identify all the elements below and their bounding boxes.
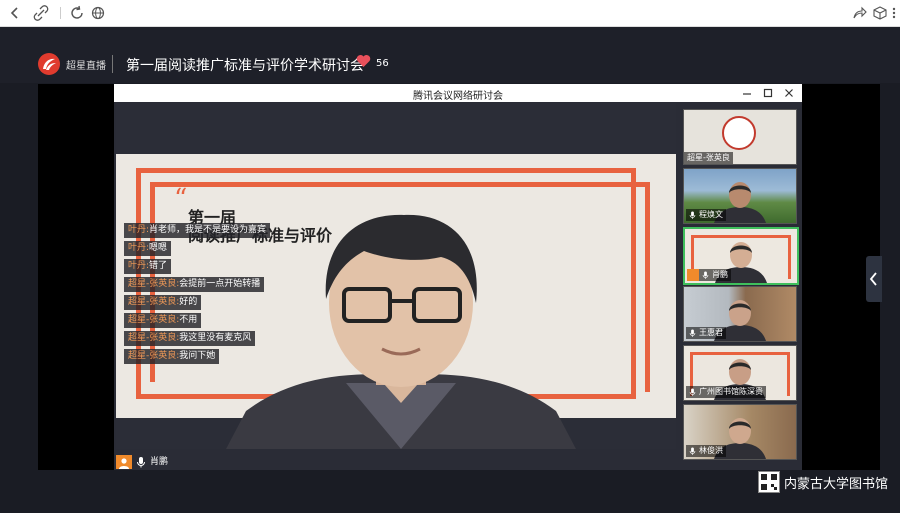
chat-message: 叶丹:错了 (124, 259, 172, 274)
footer-library-name: 内蒙古大学图书馆 (784, 477, 889, 492)
chat-sender: 超星-张英良: (128, 315, 180, 325)
chat-sender: 超星-张英良: (128, 333, 180, 343)
microphone-icon (689, 328, 699, 337)
participant-tile[interactable]: 广州图书馆陈深贵 (683, 345, 797, 401)
chat-message: 超星-张英良:我问下她 (124, 349, 220, 364)
participant-label: 程焕文 (686, 209, 726, 221)
close-icon[interactable] (782, 86, 796, 100)
user-icon (687, 269, 699, 281)
chat-text: 肖老师，我是不是要设为嘉宾 (149, 225, 267, 235)
qr-code-icon (758, 471, 780, 493)
participant-label: 广州图书馆陈深贵 (686, 386, 766, 398)
participant-label: 肖鹏 (699, 269, 731, 281)
cube-icon[interactable] (871, 4, 889, 22)
chat-sender: 超星-张英良: (128, 297, 180, 307)
slide-frame-right (631, 168, 636, 398)
chat-text: 会提前一点开始转播 (179, 279, 261, 289)
shared-screen: “ 第一届 阅读推广标准与评价 叶丹:肖老师，我是不是要设为嘉宾叶丹:嗯嗯叶丹:… (116, 103, 676, 449)
slide-frame-top (136, 168, 636, 173)
brand-name: 超星直播 (66, 61, 106, 72)
active-speaker-name: 肖鹏 (150, 457, 169, 467)
meeting-title: 腾讯会议网络研讨会 (413, 91, 503, 102)
chat-sender: 叶丹: (128, 243, 150, 253)
chat-sender: 超星-张英良: (128, 351, 180, 361)
chat-message: 叶丹:肖老师，我是不是要设为嘉宾 (124, 223, 271, 238)
back-icon[interactable] (6, 4, 24, 22)
avatar-logo-icon (722, 116, 756, 150)
globe-icon[interactable] (89, 4, 107, 22)
microphone-icon (689, 210, 699, 219)
maximize-icon[interactable] (761, 86, 775, 100)
chat-text: 我这里没有麦克风 (179, 333, 252, 343)
participant-name: 广州图书馆陈深贵 (699, 387, 763, 396)
presenter-video (226, 214, 576, 449)
menu-icon[interactable] (889, 4, 899, 22)
microphone-icon (689, 387, 699, 396)
chat-message: 超星-张英良:会提前一点开始转播 (124, 277, 265, 292)
chat-text: 好的 (179, 297, 198, 307)
participant-tile[interactable]: 王惠君 (683, 286, 797, 342)
participant-tile[interactable]: 林俊洪 (683, 404, 797, 460)
participant-name: 程焕文 (699, 210, 723, 219)
reload-icon[interactable] (68, 4, 86, 22)
participant-tile[interactable]: 程焕文 (683, 168, 797, 224)
microphone-icon (702, 270, 712, 279)
meeting-titlebar: 腾讯会议网络研讨会 (114, 84, 802, 102)
heart-icon[interactable] (356, 54, 371, 72)
chat-text: 错了 (149, 261, 168, 271)
chat-sender: 超星-张英良: (128, 279, 180, 289)
minimize-icon[interactable] (740, 86, 754, 100)
share-icon[interactable] (850, 4, 868, 22)
participant-name: 超星-张英良 (687, 153, 730, 162)
participant-label: 林俊洪 (686, 445, 726, 457)
chat-sender: 叶丹: (128, 225, 150, 235)
user-icon (116, 455, 132, 469)
chat-text: 嗯嗯 (149, 243, 168, 253)
participant-tile[interactable]: 超星-张英良 (683, 109, 797, 165)
participant-gallery: 超星-张英良 程焕文肖鹏王惠君广州图书馆陈深贵 林俊洪 (678, 103, 802, 470)
participant-tile[interactable]: 肖鹏 (683, 227, 799, 285)
browser-toolbar (0, 0, 900, 27)
participant-name: 肖鹏 (712, 270, 728, 279)
link-icon[interactable] (32, 4, 50, 22)
slide-quote-mark: “ (174, 184, 188, 214)
participant-name: 王惠君 (699, 328, 723, 337)
chat-message: 超星-张英良:我这里没有麦克风 (124, 331, 256, 346)
toolbar-divider (60, 7, 61, 19)
header-divider (112, 55, 113, 73)
participant-label: 超星-张英良 (684, 152, 733, 164)
like-count: 56 (376, 58, 389, 69)
participant-name: 林俊洪 (699, 446, 723, 455)
slide-frame-inner-top (150, 182, 650, 187)
chevron-left-icon[interactable] (866, 256, 882, 302)
chat-message: 叶丹:嗯嗯 (124, 241, 172, 256)
microphone-icon (136, 455, 146, 474)
chat-text: 不用 (179, 315, 198, 325)
chat-sender: 叶丹: (128, 261, 150, 271)
chaoxing-logo-icon (38, 53, 60, 75)
chat-text: 我问下她 (179, 351, 216, 361)
page-title: 第一届阅读推广标准与评价学术研讨会 (126, 58, 364, 74)
microphone-icon (689, 446, 699, 455)
chat-message: 超星-张英良:好的 (124, 295, 202, 310)
participant-label: 王惠君 (686, 327, 726, 339)
chat-message: 超星-张英良:不用 (124, 313, 202, 328)
slide-frame-inner-right (645, 182, 650, 392)
meeting-window: 腾讯会议网络研讨会 “ 第一届 阅读推广标准与评价 (114, 84, 802, 470)
